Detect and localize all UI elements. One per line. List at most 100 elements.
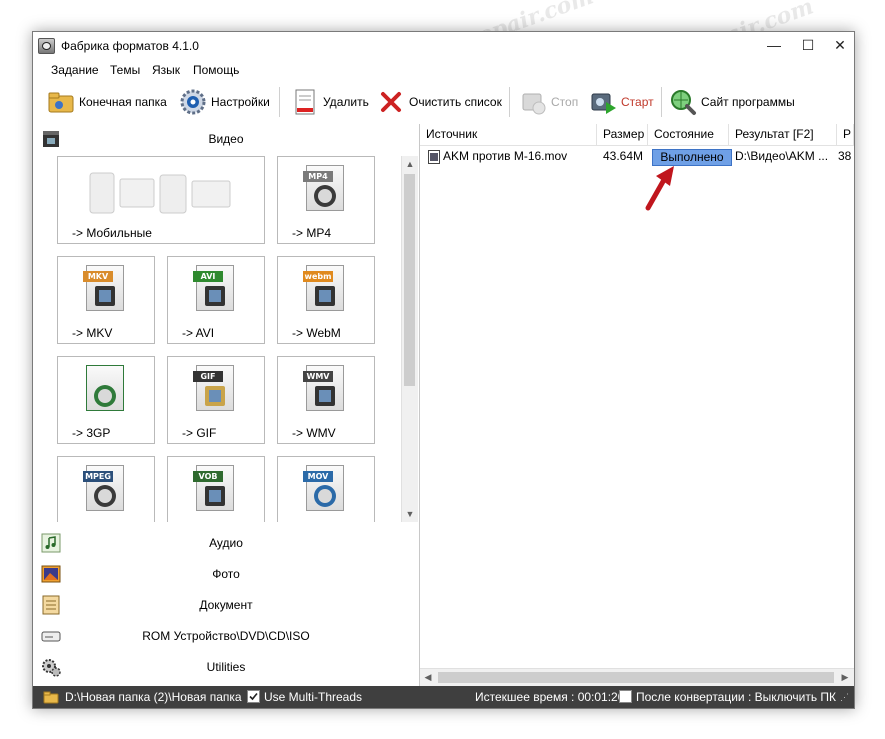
status-bar: D:\Новая папка (2)\Новая папка Use Multi… — [33, 686, 854, 708]
webm-tag: webm — [303, 271, 333, 282]
category-utilities[interactable]: Utilities — [33, 654, 419, 680]
tile-mp4[interactable]: MP4 -> MP4 — [277, 156, 375, 244]
category-rom-label: ROM Устройство\DVD\CD\ISO — [142, 629, 310, 643]
tile-mov[interactable]: MOV — [277, 456, 375, 522]
maximize-button[interactable]: ☐ — [793, 34, 823, 56]
category-photo[interactable]: Фото — [33, 561, 419, 587]
tile-mp4-label: -> MP4 — [292, 226, 332, 240]
menu-task[interactable]: Задание — [51, 63, 99, 77]
website-button[interactable]: Сайт программы — [669, 85, 795, 119]
tile-wmv[interactable]: WMV -> WMV — [277, 356, 375, 444]
category-video-label: Видео — [208, 132, 244, 146]
tile-avi-label: -> AVI — [182, 326, 215, 340]
after-conversion-checkbox[interactable] — [619, 690, 632, 703]
format-categories-panel: Видео -> Мобильные MP4 -> MP4 MKV -> MKV… — [33, 124, 420, 686]
column-status[interactable]: Состояние — [648, 124, 729, 146]
row-result: D:\Видео\AKM ... — [735, 149, 829, 163]
menu-themes[interactable]: Темы — [110, 63, 140, 77]
clear-x-icon — [381, 92, 401, 112]
tile-wmv-label: -> WMV — [292, 426, 336, 440]
menu-language[interactable]: Язык — [152, 63, 180, 77]
avi-file-icon: AVI — [193, 265, 234, 311]
tile-mkv[interactable]: MKV -> MKV — [57, 256, 155, 344]
clear-list-button[interactable]: Очистить список — [377, 85, 502, 119]
tile-3gp[interactable]: -> 3GP — [57, 356, 155, 444]
column-source[interactable]: Источник — [420, 124, 597, 146]
scroll-up-arrow[interactable]: ▲ — [402, 156, 418, 172]
app-window: Фабрика форматов 4.1.0 — ☐ ✕ Задание Тем… — [32, 31, 855, 709]
task-list-hscrollbar[interactable]: ◀ ▶ — [420, 668, 854, 686]
annotation-arrow — [645, 166, 674, 211]
tile-webm-label: -> WebM — [292, 326, 341, 340]
scroll-left-arrow[interactable]: ◀ — [420, 669, 436, 686]
toolbar-separator — [279, 87, 280, 117]
hscrollbar-thumb[interactable] — [438, 672, 834, 683]
tile-avi[interactable]: AVI -> AVI — [167, 256, 265, 344]
delete-label: Удалить — [323, 95, 369, 109]
toolbar-separator — [509, 87, 510, 117]
tile-mpeg[interactable]: MPEG — [57, 456, 155, 522]
vob-file-icon: VOB — [193, 465, 234, 511]
gif-tag: GIF — [193, 371, 223, 382]
category-audio-label: Аудио — [209, 536, 243, 550]
stop-label: Стоп — [551, 95, 579, 109]
scrollbar-thumb[interactable] — [404, 174, 415, 386]
menu-help[interactable]: Помощь — [193, 63, 239, 77]
mobile-devices-icon — [89, 172, 231, 214]
category-document[interactable]: Документ — [33, 592, 419, 618]
format-tiles-grid: -> Мобильные MP4 -> MP4 MKV -> MKV AVI -… — [33, 156, 401, 522]
clear-list-label: Очистить список — [409, 95, 502, 109]
output-folder-button[interactable]: Конечная папка — [47, 85, 167, 119]
column-result[interactable]: Результат [F2] — [729, 124, 837, 146]
tile-3gp-label: -> 3GP — [72, 426, 111, 440]
title-bar: Фабрика форматов 4.1.0 — ☐ ✕ — [33, 32, 854, 60]
settings-label: Настройки — [211, 95, 270, 109]
task-list-panel: Источник Размер Состояние Результат [F2]… — [420, 124, 854, 686]
mov-tag: MOV — [303, 471, 333, 482]
column-extra[interactable]: Р — [837, 124, 854, 146]
category-document-label: Документ — [199, 598, 253, 612]
settings-button[interactable]: Настройки — [179, 85, 270, 119]
tile-gif[interactable]: GIF -> GIF — [167, 356, 265, 444]
mkv-file-icon: MKV — [83, 265, 124, 311]
tile-gif-label: -> GIF — [182, 426, 217, 440]
stop-button[interactable]: Стоп — [519, 85, 578, 119]
close-button[interactable]: ✕ — [825, 34, 854, 56]
mpeg-tag: MPEG — [83, 471, 113, 482]
tile-webm[interactable]: webm -> WebM — [277, 256, 375, 344]
wmv-tag: WMV — [303, 371, 333, 382]
multithreads-checkbox[interactable] — [247, 690, 260, 703]
row-extra: 38 — [838, 149, 852, 163]
column-size[interactable]: Размер — [597, 124, 648, 146]
mp4-file-icon: MP4 — [303, 165, 344, 211]
start-button[interactable]: Старт — [589, 85, 654, 119]
category-utilities-label: Utilities — [206, 660, 246, 674]
mkv-tag: MKV — [83, 271, 113, 282]
stop-icon — [522, 93, 546, 115]
category-photo-label: Фото — [212, 567, 240, 581]
delete-button[interactable]: Удалить — [291, 85, 369, 119]
mp4-tag: MP4 — [303, 171, 333, 182]
tile-mobile[interactable]: -> Мобильные — [57, 156, 265, 244]
checkmark-icon — [249, 692, 258, 701]
scroll-right-arrow[interactable]: ▶ — [837, 669, 853, 686]
toolbar: Конечная папка Настройки Удалить Очистит… — [33, 81, 854, 123]
row-source: AKM против M-16.mov — [443, 149, 568, 163]
category-audio[interactable]: Аудио — [33, 530, 419, 556]
mpeg-file-icon: MPEG — [83, 465, 124, 511]
gear-icon — [180, 89, 206, 115]
tile-vob[interactable]: VOB — [167, 456, 265, 522]
start-label: Старт — [621, 95, 654, 109]
output-folder-label: Конечная папка — [79, 95, 167, 109]
mov-file-icon: MOV — [303, 465, 344, 511]
output-path[interactable]: D:\Новая папка (2)\Новая папка — [65, 690, 242, 704]
window-title: Фабрика форматов 4.1.0 — [61, 39, 199, 53]
resize-grip-icon[interactable]: ⋰ — [840, 692, 849, 703]
minimize-button[interactable]: — — [759, 34, 789, 56]
category-video[interactable]: Видео — [33, 126, 419, 152]
scroll-down-arrow[interactable]: ▼ — [402, 506, 418, 522]
3gp-file-icon — [86, 365, 124, 411]
tiles-scrollbar[interactable]: ▲ ▼ — [401, 156, 418, 522]
category-rom[interactable]: ROM Устройство\DVD\CD\ISO — [33, 623, 419, 649]
website-label: Сайт программы — [701, 95, 795, 109]
